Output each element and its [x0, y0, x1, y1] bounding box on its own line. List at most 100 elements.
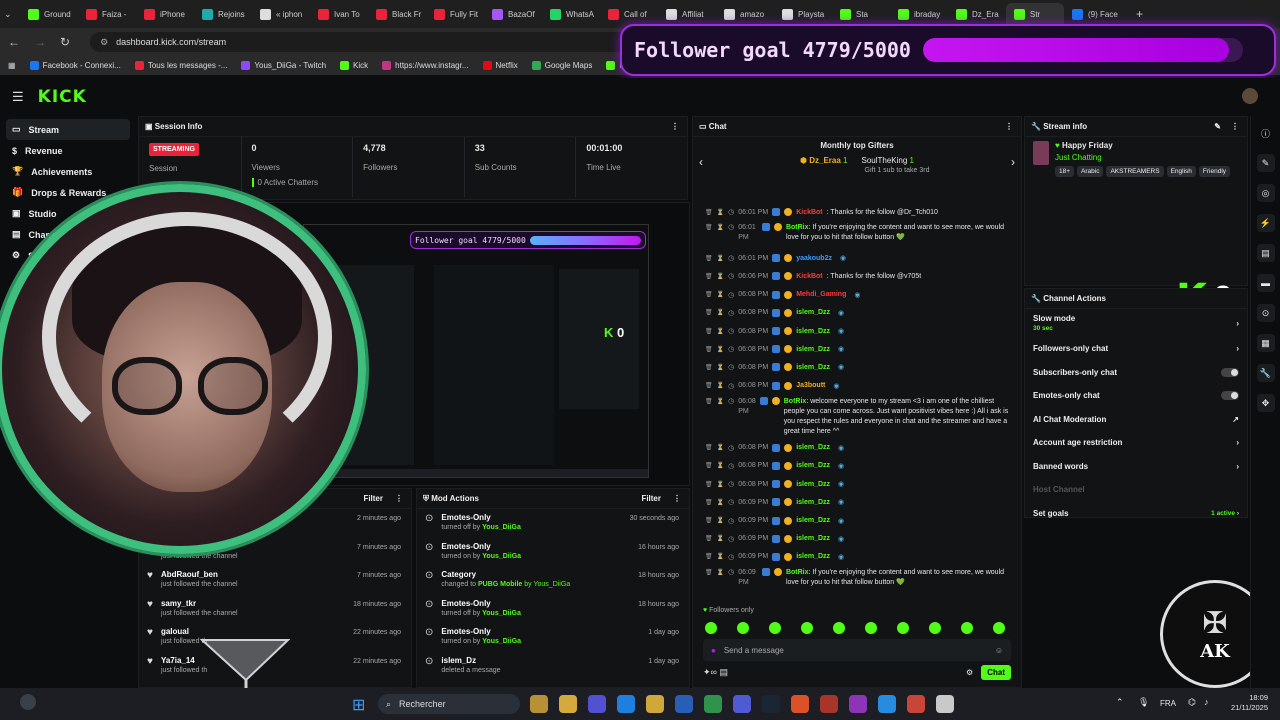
channel-action-item[interactable]: Emotes-only chat [1025, 384, 1247, 408]
chat-username[interactable]: BotRix [784, 398, 807, 405]
more-icon[interactable]: ⋮ [395, 494, 403, 503]
chat-username[interactable]: BotRix [786, 569, 809, 576]
channel-action-item[interactable]: Subscribers-only chat [1025, 361, 1247, 385]
weather-widget[interactable] [20, 694, 36, 710]
taskbar-app-icon[interactable] [733, 695, 751, 713]
trash-icon[interactable]: 🗑 [705, 568, 713, 578]
tab-9[interactable]: WhatsA [542, 3, 600, 25]
chat-username[interactable]: islem_Dzz [796, 517, 830, 524]
more-icon[interactable]: ⋮ [673, 494, 681, 503]
tab-10[interactable]: Call of [600, 3, 658, 25]
emote-icon[interactable] [929, 622, 941, 634]
bookmark-6[interactable]: Google Maps [531, 61, 592, 70]
rail-button-1[interactable]: ✎ [1256, 154, 1275, 172]
rail-button-9[interactable]: ✥ [1256, 394, 1275, 412]
timeout-icon[interactable]: ⏳ [717, 223, 724, 233]
new-tab-icon[interactable]: + [1136, 7, 1143, 21]
tab-16[interactable]: Dz_Era [948, 3, 1006, 25]
taskbar-app-icon[interactable] [762, 695, 780, 713]
trash-icon[interactable]: 🗑 [705, 499, 713, 506]
timeout-icon[interactable]: ⏳ [717, 553, 724, 560]
back-icon[interactable]: ← [8, 35, 20, 49]
trash-icon[interactable]: 🗑 [705, 364, 713, 371]
chat-username[interactable]: islem_Dzz [796, 553, 830, 560]
mod-action-by[interactable]: Yous_DiiGa [482, 553, 521, 560]
chat-username[interactable]: islem_Dzz [796, 444, 830, 451]
trash-icon[interactable]: 🗑 [705, 346, 713, 353]
timeout-icon[interactable]: ⏳ [717, 255, 724, 262]
chat-tools[interactable]: ✦∞ ▤ [703, 667, 728, 678]
trash-icon[interactable]: 🗑 [705, 553, 713, 560]
language-indicator[interactable]: FRA [1160, 699, 1176, 708]
stream-tag[interactable]: AKSTREAMERS [1106, 166, 1164, 177]
timeout-icon[interactable]: ⏳ [717, 346, 724, 353]
emote-icon[interactable] [865, 622, 877, 634]
emote-icon[interactable] [961, 622, 973, 634]
taskbar-app-icon[interactable] [646, 695, 664, 713]
tab-17[interactable]: Str [1006, 3, 1064, 25]
site-info-icon[interactable]: ⚙ [100, 37, 108, 48]
reload-icon[interactable]: ↻ [60, 35, 70, 49]
clock[interactable]: 18:09 21/11/2025 [1224, 693, 1268, 713]
tab-6[interactable]: Black Fr [368, 3, 426, 25]
stream-tag[interactable]: English [1166, 166, 1196, 177]
timeout-icon[interactable]: ⏳ [717, 481, 724, 488]
timeout-icon[interactable]: ⏳ [717, 291, 724, 298]
taskbar-app-icon[interactable] [936, 695, 954, 713]
chat-username[interactable]: KickBot [796, 209, 822, 216]
timeout-icon[interactable]: ⏳ [717, 382, 724, 389]
emote-icon[interactable] [737, 622, 749, 634]
tab-13[interactable]: Playsta [774, 3, 832, 25]
more-icon[interactable]: ⋮ [1005, 122, 1013, 131]
mod-action-by[interactable]: PUBG Mobile [478, 581, 522, 588]
bookmark-0[interactable]: Facebook - Connexi... [29, 61, 121, 70]
timeout-icon[interactable]: ⏳ [717, 273, 724, 280]
chat-username[interactable]: islem_Dzz [796, 535, 830, 542]
tray-mic-icon[interactable]: 🎙 [1138, 697, 1149, 708]
tab-5[interactable]: Ivan To [310, 3, 368, 25]
channel-action-item[interactable]: Account age restriction › [1025, 431, 1247, 455]
rail-button-4[interactable]: ▤ [1256, 244, 1275, 262]
stream-tag[interactable]: Arabic [1077, 166, 1104, 177]
tab-list-icon[interactable]: ⌄ [4, 9, 20, 20]
taskbar-app-icon[interactable] [617, 695, 635, 713]
taskbar-app-icon[interactable] [907, 695, 925, 713]
emote-icon[interactable] [705, 622, 717, 634]
trash-icon[interactable]: 🗑 [705, 462, 713, 469]
channel-action-item[interactable]: Banned words › [1025, 455, 1247, 479]
timeout-icon[interactable]: ⏳ [717, 535, 724, 542]
timeout-icon[interactable]: ⏳ [717, 444, 724, 451]
trash-icon[interactable]: 🗑 [705, 517, 713, 524]
taskbar-app-icon[interactable] [849, 695, 867, 713]
timeout-icon[interactable]: ⏳ [717, 397, 724, 407]
rail-button-3[interactable]: ⚡ [1256, 214, 1275, 232]
mod-action-by[interactable]: Yous_DiiGa [482, 638, 521, 645]
chat-username[interactable]: islem_Dzz [796, 481, 830, 488]
timeout-icon[interactable]: ⏳ [717, 462, 724, 469]
taskbar-app-icon[interactable] [791, 695, 809, 713]
trash-icon[interactable]: 🗑 [705, 444, 713, 451]
tab-12[interactable]: amazo [716, 3, 774, 25]
chat-username[interactable]: KickBot [796, 273, 822, 280]
mod-action-by[interactable]: Yous_DiiGa [482, 524, 521, 531]
timeout-icon[interactable]: ⏳ [717, 309, 724, 316]
trash-icon[interactable]: 🗑 [705, 255, 713, 262]
sidebar-item-0[interactable]: ▭ Stream [6, 119, 130, 140]
chat-username[interactable]: yaakoub2z [796, 255, 832, 262]
emote-icon[interactable] [833, 622, 845, 634]
tab-7[interactable]: Fully Fit [426, 3, 484, 25]
bookmark-4[interactable]: https://www.instagr... [382, 61, 469, 70]
timeout-icon[interactable]: ⏳ [717, 517, 724, 524]
bookmark-1[interactable]: Tous les messages -... [134, 61, 227, 70]
tab-2[interactable]: iPhone [136, 3, 194, 25]
emote-icon[interactable] [993, 622, 1005, 634]
message-input[interactable]: ● Send a message ☺ [703, 639, 1011, 661]
tab-0[interactable]: Ground [20, 3, 78, 25]
mic-icon[interactable]: ● [711, 646, 716, 655]
chat-username[interactable]: islem_Dzz [796, 309, 830, 316]
sidebar-item-2[interactable]: 🏆 Achievements [0, 161, 136, 182]
taskbar-app-icon[interactable] [820, 695, 838, 713]
chat-username[interactable]: islem_Dzz [796, 328, 830, 335]
more-icon[interactable]: ⋮ [1231, 122, 1239, 131]
tab-8[interactable]: BazaOf [484, 3, 542, 25]
